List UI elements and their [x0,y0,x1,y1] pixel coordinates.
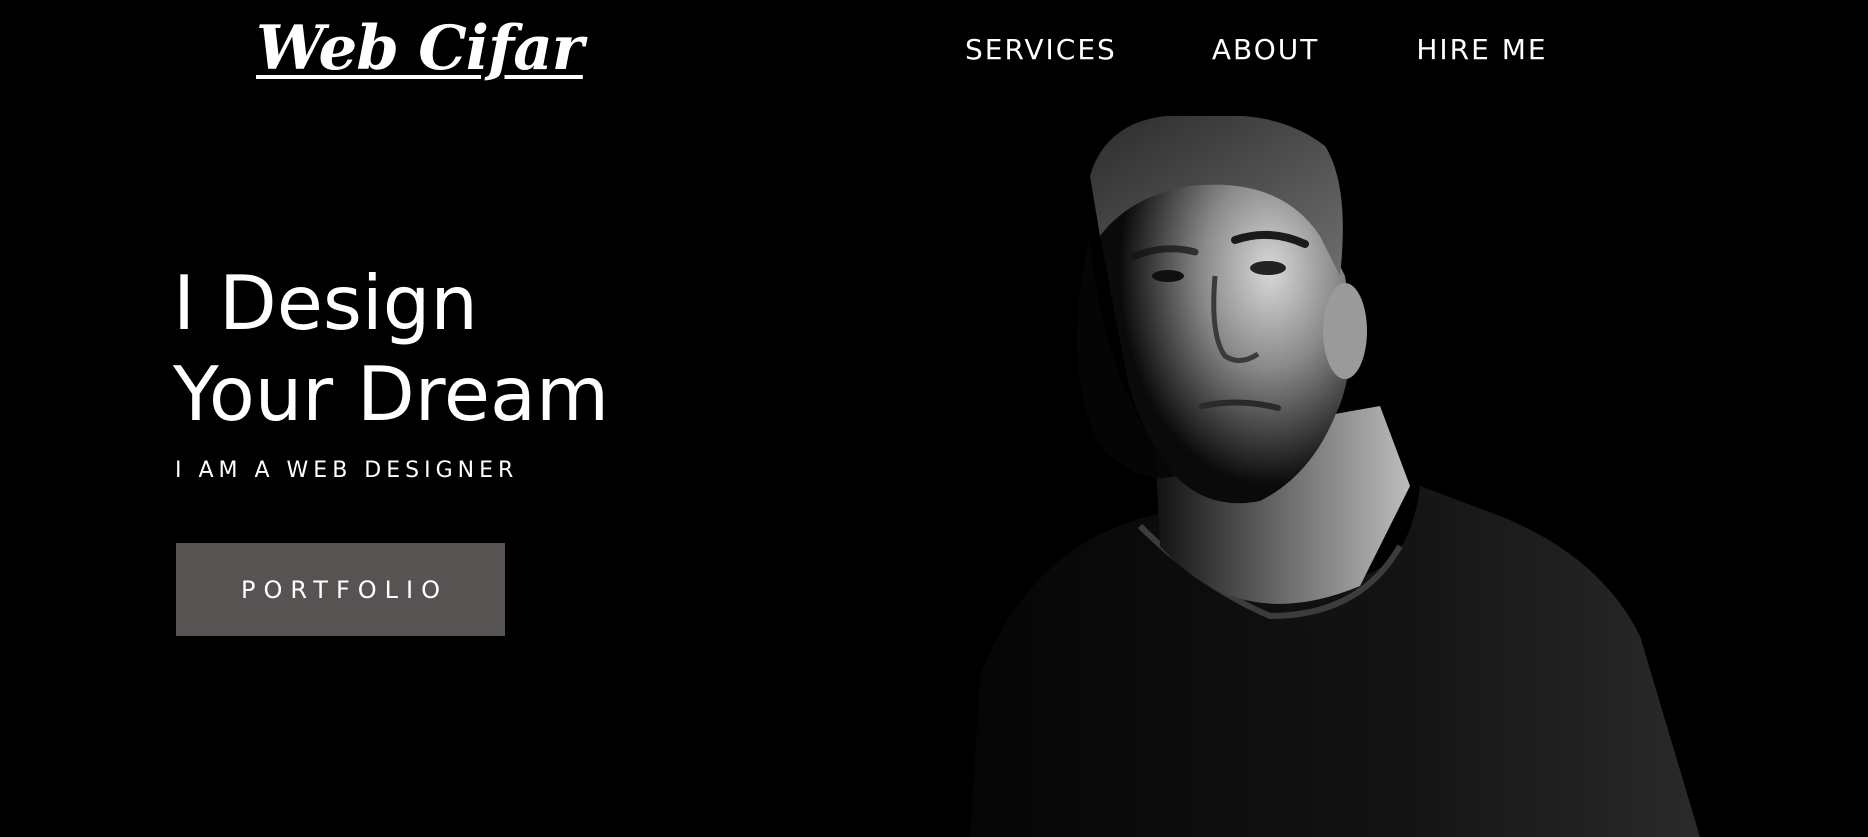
nav-link-hire-me[interactable]: HIRE ME [1416,36,1547,64]
site-logo[interactable]: Web Cifar [256,18,584,79]
nav-link-about[interactable]: ABOUT [1212,36,1320,64]
man-portrait-photo [940,116,1740,837]
main-nav: SERVICES ABOUT HIRE ME [965,36,1548,64]
portfolio-button[interactable]: PORTFOLIO [176,543,505,636]
hero-subtitle: I AM A WEB DESIGNER [175,458,519,483]
hero-title: I Design Your Dream [173,258,609,440]
hero-title-line-1: I Design [173,259,478,347]
nav-link-services[interactable]: SERVICES [965,36,1117,64]
hero-title-line-2: Your Dream [173,350,610,438]
